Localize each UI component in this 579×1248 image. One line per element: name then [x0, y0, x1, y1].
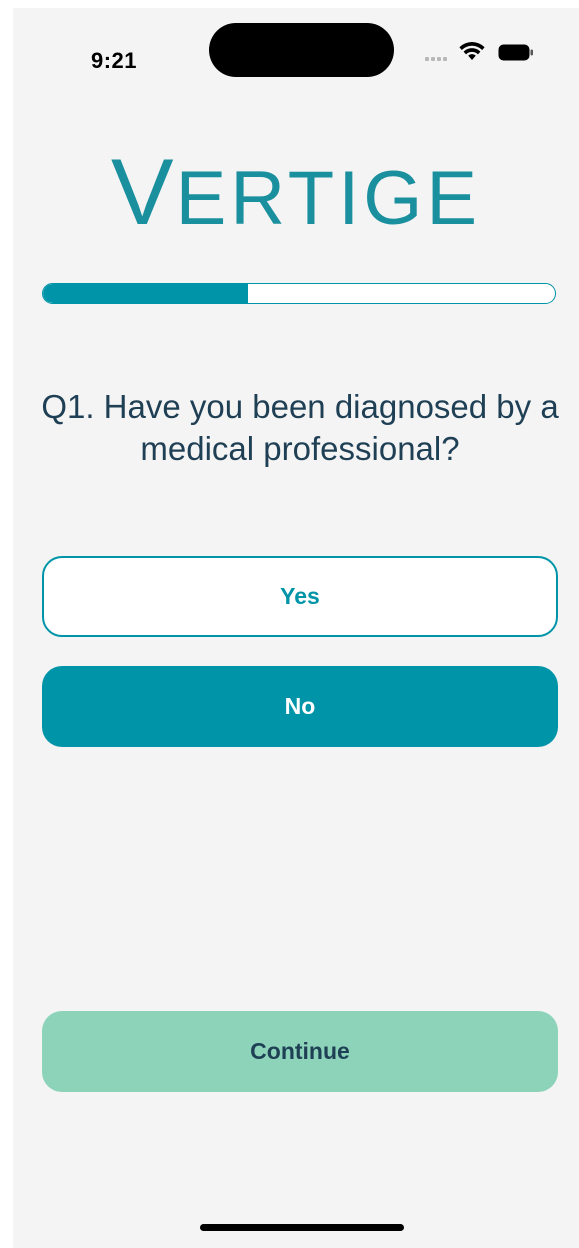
wifi-icon [459, 42, 485, 60]
vertige-logo: VERTIGE [13, 138, 579, 246]
status-time: 9:21 [91, 48, 138, 73]
progress-bar [42, 283, 556, 304]
app-screen: 9:21 VERTIGE Q1. Have you been diagnosed… [13, 8, 579, 1248]
option-yes-label: Yes [280, 583, 320, 609]
continue-label: Continue [250, 1038, 350, 1064]
question-text: Q1. Have you been diagnosed by a medical… [41, 388, 559, 467]
logo-rest: ERTIGE [175, 156, 482, 241]
signal-icon [425, 55, 451, 61]
progress-fill [43, 284, 248, 303]
option-yes-button[interactable]: Yes [42, 556, 558, 637]
dynamic-island [209, 23, 394, 77]
logo-first-letter: V [110, 139, 176, 244]
home-indicator [200, 1224, 404, 1231]
option-no-button[interactable]: No [42, 666, 558, 747]
continue-button[interactable]: Continue [42, 1011, 558, 1092]
battery-icon [498, 44, 533, 61]
option-no-label: No [284, 693, 316, 719]
